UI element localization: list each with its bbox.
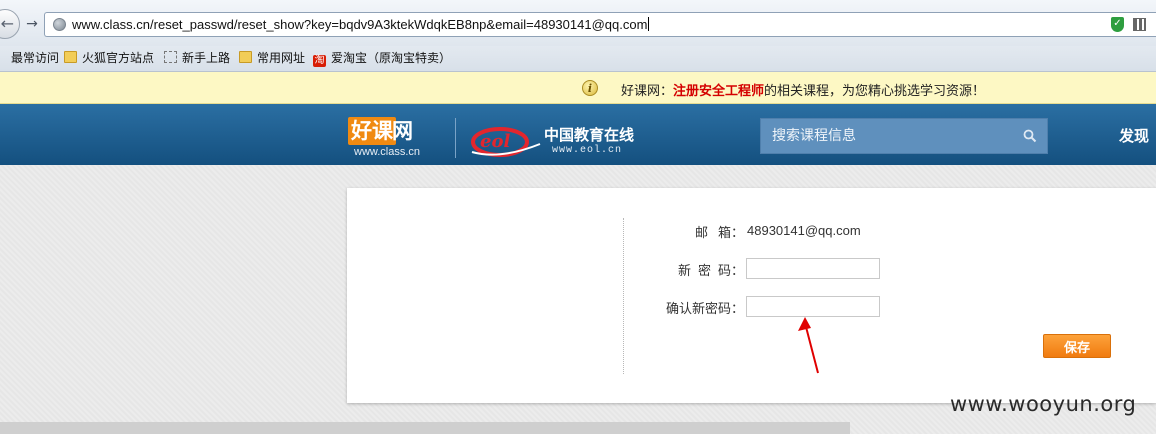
new-password-label: 新密码： bbox=[677, 264, 744, 279]
address-bar[interactable]: www.class.cn/reset_passwd/reset_show?key… bbox=[44, 12, 1156, 37]
notice-text: 好课网：注册安全工程师的相关课程，为您精心挑选学习资源！ bbox=[621, 84, 986, 99]
back-arrow-icon: ← bbox=[0, 14, 14, 33]
card-divider bbox=[623, 218, 624, 374]
svg-text:eol: eol bbox=[480, 131, 510, 152]
forward-button[interactable]: → bbox=[22, 14, 42, 34]
new-password-input[interactable] bbox=[746, 258, 880, 279]
qr-code-icon[interactable] bbox=[1133, 18, 1146, 31]
course-search bbox=[760, 118, 1048, 154]
confirm-password-input[interactable] bbox=[746, 296, 880, 317]
page-icon bbox=[164, 51, 177, 63]
bookmark-firefox-site[interactable]: 火狐官方站点 bbox=[64, 50, 154, 67]
eol-mark-icon: eol bbox=[471, 127, 541, 157]
confirm-password-label: 确认新密码： bbox=[665, 302, 744, 317]
browser-navbar: ← → www.class.cn/reset_passwd/reset_show… bbox=[0, 0, 1156, 46]
annotation-arrow bbox=[798, 317, 819, 374]
bookmark-most-visited[interactable]: 最常访问 bbox=[0, 50, 59, 67]
shield-icon[interactable]: ✓ bbox=[1111, 17, 1124, 32]
notification-bar: i 好课网：注册安全工程师的相关课程，为您精心挑选学习资源！ bbox=[0, 72, 1156, 104]
search-input[interactable] bbox=[761, 119, 1011, 153]
folder-icon bbox=[64, 51, 77, 63]
bookmarks-toolbar: 最常访问 火狐官方站点 新手上路 常用网址 淘爱淘宝（原淘宝特卖） bbox=[0, 46, 1156, 72]
haoke-logo[interactable]: 好课 网 www.class.cn bbox=[348, 117, 440, 161]
eol-logo[interactable]: eol 中国教育在线 www.eol.cn bbox=[470, 118, 660, 162]
notice-course-link[interactable]: 注册安全工程师 bbox=[673, 84, 764, 99]
globe-icon bbox=[53, 18, 66, 31]
back-button[interactable]: ← bbox=[0, 9, 20, 39]
wooyun-watermark: www.wooyun.org bbox=[950, 392, 1137, 416]
reset-password-card: 邮箱： 48930141@qq.com 新密码： 确认新密码： 保存 bbox=[347, 188, 1156, 403]
save-button[interactable]: 保存 bbox=[1043, 334, 1111, 358]
bookmark-getting-started[interactable]: 新手上路 bbox=[164, 50, 230, 67]
email-value: 48930141@qq.com bbox=[747, 223, 861, 238]
email-label: 邮箱： bbox=[694, 226, 744, 241]
info-icon: i bbox=[582, 80, 598, 96]
nav-discover-link[interactable]: 发现 bbox=[1119, 125, 1149, 146]
site-header: 好课 网 www.class.cn eol 中国教育在线 www.eol.cn … bbox=[0, 104, 1156, 165]
bottom-strip bbox=[0, 422, 850, 434]
bookmark-common-sites[interactable]: 常用网址 bbox=[239, 50, 305, 67]
logo-divider bbox=[455, 118, 456, 158]
gear-icon bbox=[0, 51, 6, 63]
bookmark-ai-taobao[interactable]: 淘爱淘宝（原淘宝特卖） bbox=[313, 50, 451, 67]
taobao-icon: 淘 bbox=[313, 55, 326, 67]
folder-icon bbox=[239, 51, 252, 63]
search-icon[interactable] bbox=[1023, 129, 1037, 143]
url-text[interactable]: www.class.cn/reset_passwd/reset_show?key… bbox=[72, 17, 650, 32]
forward-arrow-icon: → bbox=[26, 16, 38, 32]
